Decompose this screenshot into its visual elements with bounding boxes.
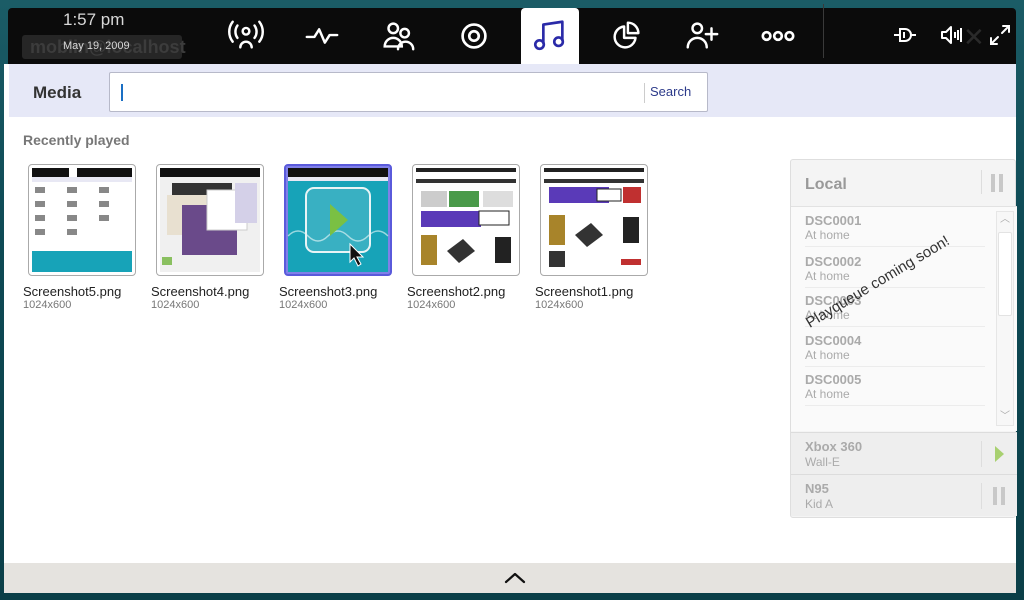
list-item-subtitle: At home [805,228,850,242]
list-item-subtitle: At home [805,269,850,283]
applications-button[interactable] [673,8,731,64]
panel-title: Media [33,83,82,102]
volume-button[interactable] [939,22,965,48]
divider [981,170,982,194]
media-panel: Media Search Recently played Screenshot5… [4,64,1017,563]
divider [981,441,982,467]
scroll-down-icon[interactable]: ﹀ [997,409,1013,425]
media-item-size: 1024x600 [407,299,456,311]
people-icon [383,22,415,51]
device-title: N95 [805,481,829,496]
search-button[interactable]: Search [650,84,691,99]
myzone-button[interactable] [217,8,275,64]
device-item[interactable]: Xbox 360 Wall-E [791,432,1017,474]
device-subtitle: Wall-E [805,455,840,469]
scrollbar-thumb[interactable] [998,232,1012,316]
playqueue-panel: Local DSC0001 At home DSC0002 At home DS… [790,159,1017,518]
add-person-icon [686,22,719,49]
close-icon: ✕ [963,22,985,52]
expand-icon [990,25,1010,45]
thumbnail [412,164,520,276]
media-item[interactable]: Screenshot5.png 1024x600 [23,164,147,324]
media-item-size: 1024x600 [535,299,584,311]
status-button[interactable] [293,8,351,64]
list-item[interactable]: DSC0005 At home [805,368,985,406]
media-item-name: Screenshot3.png [279,284,378,299]
media-item[interactable]: Screenshot4.png 1024x600 [151,164,275,324]
list-item-title: DSC0002 [805,254,862,269]
media-item-name: Screenshot1.png [535,284,634,299]
three-circles-icon [761,30,795,42]
toolbar-divider [823,4,824,58]
screenshot-thumbnail-image [32,168,132,272]
media-item-name: Screenshot2.png [407,284,506,299]
chevron-up-icon [504,572,526,584]
screenshot-thumbnail-image [416,168,516,272]
pause-icon[interactable] [993,487,1007,505]
pulse-icon [305,28,339,44]
target-icon [461,23,487,49]
search-bar: Media Search [9,64,1016,117]
pasteboard-button[interactable] [597,8,655,64]
divider [981,483,982,509]
media-item-name: Screenshot5.png [23,284,122,299]
text-caret [121,84,123,101]
device-title: Xbox 360 [805,439,863,454]
plug-icon [894,28,916,42]
fullscreen-button[interactable] [987,22,1013,48]
clock: 1:57 pm [63,10,125,29]
playqueue-list[interactable]: DSC0001 At home DSC0002 At home DSC0003 … [791,206,1017,431]
list-item-title: DSC0004 [805,333,862,348]
section-title: Recently played [23,132,130,148]
media-item-size: 1024x600 [279,299,328,311]
list-item[interactable]: DSC0004 At home [805,329,985,367]
media-button[interactable] [521,8,579,64]
pause-icon[interactable] [991,174,1005,192]
media-item-name: Screenshot4.png [151,284,250,299]
playqueue-title: Local [805,176,847,193]
top-panel: moblin@localhost 1:57 pm May 19, 2009 ✕ [0,0,1024,64]
play-icon[interactable] [995,446,1004,462]
internet-button[interactable] [445,8,503,64]
screenshot-thumbnail-image [544,168,644,272]
music-note-icon [533,20,565,51]
screenshot-thumbnail-image [160,168,260,272]
zones-button[interactable] [749,8,807,64]
list-item-title: DSC0005 [805,372,862,387]
date: May 19, 2009 [63,40,130,52]
media-item-size: 1024x600 [23,299,72,311]
media-item[interactable]: Screenshot2.png 1024x600 [407,164,531,324]
list-item-subtitle: At home [805,387,850,401]
list-item-title: DSC0001 [805,213,862,228]
search-box[interactable]: Search [109,72,708,112]
thumbnail [156,164,264,276]
search-divider [644,83,645,103]
pie-chart-icon [613,21,640,49]
thumbnail [540,164,648,276]
thumbnail [284,164,392,276]
scroll-up-icon[interactable]: ︿ [997,212,1013,228]
thumbnail [28,164,136,276]
screenshot-thumbnail-image [287,168,389,272]
list-item-subtitle: At home [805,348,850,362]
device-subtitle: Kid A [805,497,834,511]
media-item[interactable]: Screenshot1.png 1024x600 [535,164,659,324]
broadcast-person-icon [228,20,264,49]
device-item[interactable]: N95 Kid A [791,474,1017,516]
collapse-panel-bar[interactable] [4,563,1016,593]
power-plug-button[interactable] [892,22,918,48]
media-item-size: 1024x600 [151,299,200,311]
search-input[interactable] [118,79,638,105]
people-button[interactable] [369,8,427,64]
media-item-selected[interactable]: Screenshot3.png 1024x600 [279,164,403,324]
volume-icon [941,26,962,44]
scrollbar[interactable]: ︿ ﹀ [996,211,1014,426]
